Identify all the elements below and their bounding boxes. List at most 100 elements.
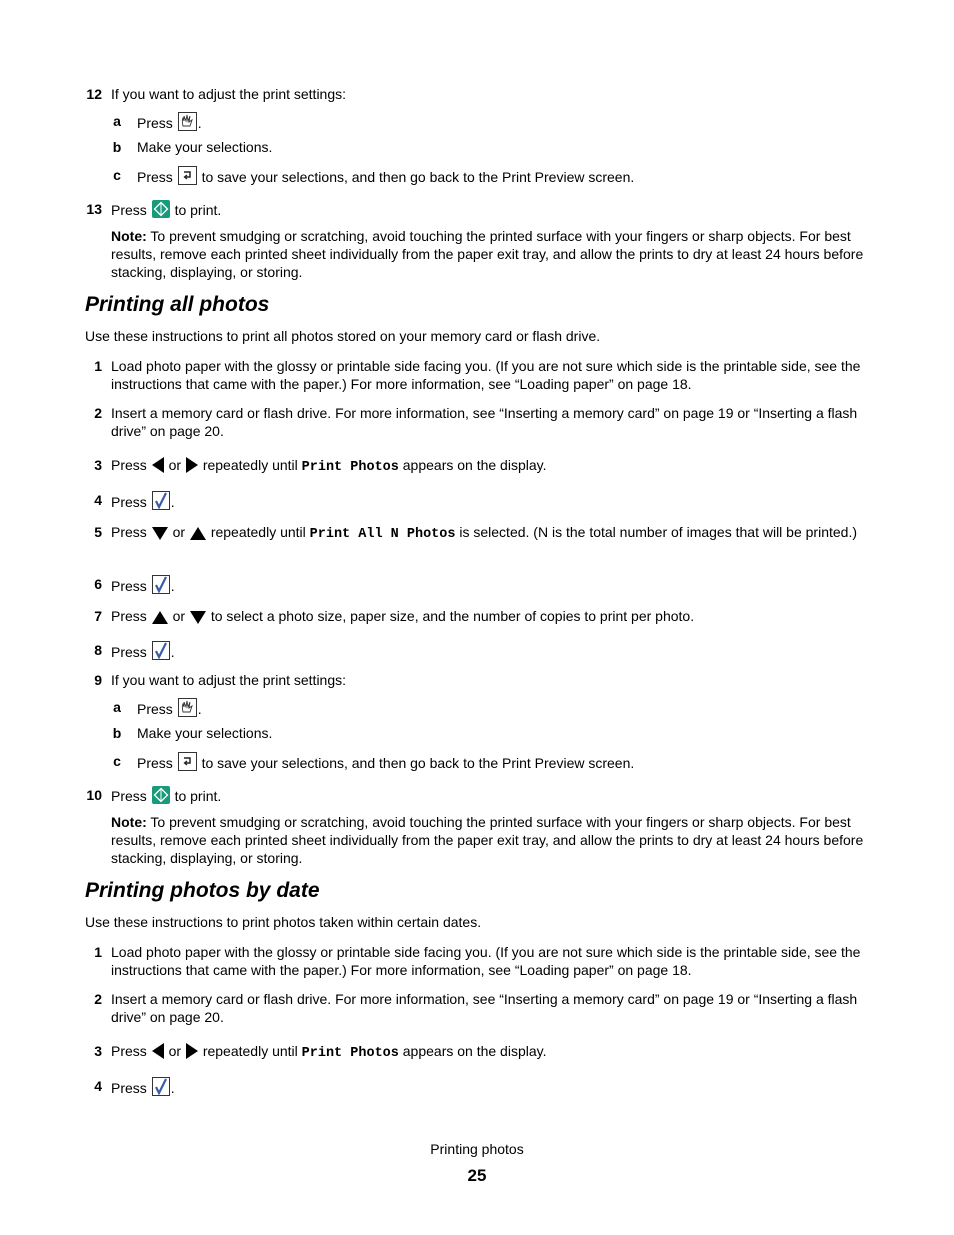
- step-3: 3 Press or repeatedly until Print Photos…: [80, 1042, 880, 1063]
- document-page: 1 2 If you want to adjust the print setti…: [0, 0, 954, 1235]
- section-intro: Use these instructions to print photos t…: [85, 914, 482, 930]
- step-number: 7: [94, 608, 102, 624]
- display-text: Print Photos: [301, 1046, 399, 1061]
- step-9: 9 If you want to adjust the print settin…: [80, 671, 880, 689]
- substep-letter: b: [112, 725, 122, 741]
- step-number: 6: [94, 576, 102, 592]
- settings-hand-icon: [177, 112, 197, 135]
- substep-text: Make your selections.: [137, 139, 273, 155]
- step-text-end: to select a photo size, paper size, and …: [210, 608, 695, 624]
- step-text: Press: [111, 202, 147, 218]
- step-3: 3 Press or repeatedly until Print Photos…: [80, 456, 880, 477]
- step-1: 1 Load photo paper with the glossy or pr…: [80, 357, 880, 393]
- step-number: 1: [94, 358, 102, 374]
- checkmark-select-icon: [151, 491, 170, 514]
- step-text-end: appears on the display.: [402, 457, 547, 473]
- step-number: 8: [94, 642, 102, 658]
- step-5: 5 Press or repeatedly until Print All N …: [80, 523, 880, 544]
- substep-letter: b: [112, 139, 122, 155]
- note-label: Note:: [111, 228, 147, 244]
- step-text: Load photo paper with the glossy or prin…: [111, 358, 861, 392]
- step-number: 1: [94, 944, 102, 960]
- or-text: or: [168, 1043, 182, 1059]
- substep-text: Press: [137, 755, 173, 771]
- step-text: Press: [111, 788, 147, 804]
- step-10: 10 Press to print.: [80, 786, 880, 808]
- substep-letter: a: [113, 113, 121, 129]
- page-number: 25: [467, 1166, 487, 1185]
- substep-text-end: to save your selections, and then go bac…: [201, 169, 635, 185]
- note-label: Note:: [111, 814, 147, 830]
- note-1: Note: To prevent smudging or scratching,…: [111, 227, 881, 281]
- or-text: or: [168, 457, 182, 473]
- substep-letter: c: [113, 167, 121, 183]
- step-number: 13: [86, 201, 102, 217]
- or-text: or: [172, 608, 186, 624]
- substep-9b: b Make your selections.: [110, 724, 870, 742]
- substep-text: Make your selections.: [137, 725, 273, 741]
- checkmark-select-icon: [151, 575, 170, 598]
- substep-12b: b Make your selections.: [110, 138, 870, 156]
- step-text: If you want to adjust the print settings…: [111, 86, 347, 102]
- up-arrow-icon: [189, 526, 206, 544]
- or-text: or: [172, 524, 186, 540]
- step-text-mid: repeatedly until: [202, 1043, 298, 1059]
- substep-9c: c Press to save your selections, and the…: [110, 752, 870, 775]
- checkmark-select-icon: [151, 641, 170, 664]
- step-text-end: appears on the display.: [402, 1043, 547, 1059]
- step-text-end: to print.: [174, 202, 222, 218]
- up-arrow-icon: [151, 610, 168, 628]
- step-text: Insert a memory card or flash drive. For…: [111, 405, 858, 439]
- display-text: Print Photos: [301, 460, 399, 475]
- step-text-end: .: [170, 494, 175, 510]
- substep-12c: c Press to save your selections, and the…: [110, 166, 870, 189]
- step-number: 2: [94, 991, 102, 1007]
- substep-9a: a Press .: [110, 698, 870, 721]
- step-text: Insert a memory card or flash drive. For…: [111, 991, 858, 1025]
- footer-chapter-title: Printing photos: [430, 1141, 524, 1157]
- step-number: 4: [94, 1078, 102, 1094]
- step-text: Load photo paper with the glossy or prin…: [111, 944, 861, 978]
- step-1: 1 Load photo paper with the glossy or pr…: [80, 943, 880, 979]
- substep-letter: c: [113, 753, 121, 769]
- checkmark-select-icon: [151, 1077, 170, 1100]
- step-number: 3: [94, 457, 102, 473]
- step-text-mid: repeatedly until: [210, 524, 306, 540]
- step-4: 4 Press .: [80, 1077, 880, 1100]
- substep-text-end: .: [197, 115, 202, 131]
- step-2: 2 Insert a memory card or flash drive. F…: [80, 404, 880, 440]
- step-text-end: is selected. (N is the total number of i…: [459, 524, 858, 540]
- step-number: 9: [94, 672, 102, 688]
- settings-hand-icon: [177, 698, 197, 721]
- note-text: To prevent smudging or scratching, avoid…: [111, 814, 864, 866]
- step-text: Press: [111, 524, 147, 540]
- substep-12a: a Press .: [110, 112, 870, 135]
- left-arrow-icon: [151, 1043, 164, 1063]
- step-8: 8 Press .: [80, 641, 880, 664]
- note-text: To prevent smudging or scratching, avoid…: [111, 228, 864, 280]
- back-arrow-icon: [177, 752, 197, 775]
- section-intro: Use these instructions to print all phot…: [85, 328, 601, 344]
- note-2: Note: To prevent smudging or scratching,…: [111, 813, 881, 867]
- step-number: 3: [94, 1043, 102, 1059]
- step-13: 13 Press to print.: [80, 200, 880, 222]
- step-text-mid: repeatedly until: [202, 457, 298, 473]
- substep-text: Press: [137, 115, 173, 131]
- display-text: Print All N Photos: [309, 527, 456, 542]
- step-7: 7 Press or to select a photo size, paper…: [80, 607, 880, 628]
- step-text: Press: [111, 457, 147, 473]
- right-arrow-icon: [185, 457, 198, 477]
- step-text: Press: [111, 1080, 147, 1096]
- down-arrow-icon: [189, 610, 206, 628]
- step-text: Press: [111, 494, 147, 510]
- step-text: Press: [111, 608, 147, 624]
- step-text-end: .: [170, 578, 175, 594]
- substep-text: Press: [137, 169, 173, 185]
- step-12: 12 If you want to adjust the print setti…: [80, 85, 880, 103]
- down-arrow-icon: [151, 526, 168, 544]
- substep-letter: a: [113, 699, 121, 715]
- step-number: 4: [94, 492, 102, 508]
- step-number: 10: [86, 787, 102, 803]
- heading-printing-all-photos: Printing all photos: [85, 293, 270, 316]
- step-text: Press: [111, 644, 147, 660]
